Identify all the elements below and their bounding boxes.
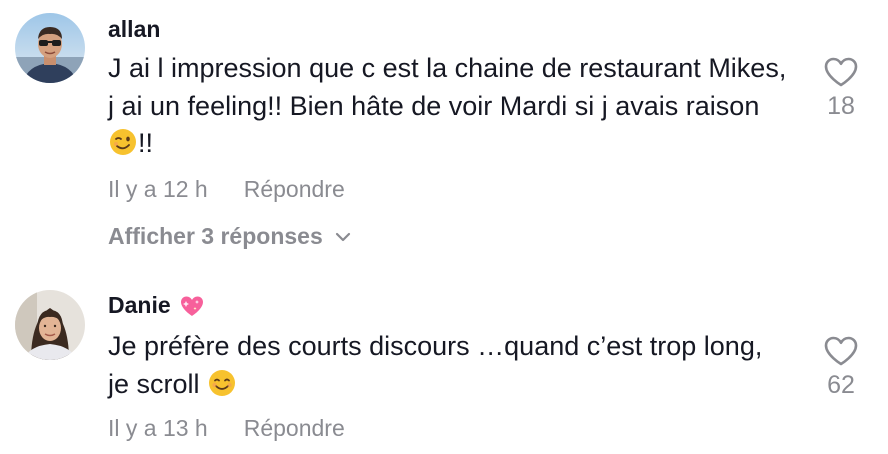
comment-text-body: Je préfère des courts discours …quand c’… [108, 331, 763, 399]
avatar[interactable] [15, 13, 85, 83]
avatar-photo-icon [15, 290, 85, 360]
winking-face-emoji-icon [109, 128, 137, 167]
comment-text-tail: !! [138, 128, 154, 158]
username-text: Danie [108, 292, 171, 318]
comment-timestamp: Il y a 12 h [108, 176, 208, 202]
avatar[interactable] [15, 290, 85, 360]
like-count: 18 [827, 92, 855, 120]
like-control: 18 [812, 56, 870, 121]
comment-item: Danie Je préfère des courts discours …qu… [0, 280, 888, 454]
comment-text: J ai l impression que c est la chaine de… [108, 50, 788, 167]
comment-text-body: J ai l impression que c est la chaine de… [108, 53, 787, 121]
username-text: allan [108, 16, 161, 42]
username[interactable]: Danie [108, 292, 205, 319]
reply-button[interactable]: Répondre [244, 415, 345, 442]
comment-text: Je préfère des courts discours …quand c’… [108, 328, 788, 407]
view-replies-label: Afficher 3 réponses [108, 223, 323, 249]
sparkling-heart-emoji-icon [179, 294, 205, 318]
chevron-down-icon [335, 232, 351, 242]
heart-outline-icon[interactable] [823, 335, 859, 367]
smiling-face-emoji-icon [208, 369, 236, 408]
comment-meta: Il y a 13 h Répondre [108, 415, 345, 442]
like-count: 62 [827, 371, 855, 399]
comment-item: allan J ai l impression que c est la cha… [0, 0, 888, 270]
avatar-photo-icon [15, 13, 85, 83]
reply-button[interactable]: Répondre [244, 176, 345, 203]
like-control: 62 [812, 335, 870, 400]
view-replies-button[interactable]: Afficher 3 réponses [108, 223, 351, 250]
heart-outline-icon[interactable] [823, 56, 859, 88]
comment-timestamp: Il y a 13 h [108, 415, 208, 441]
username[interactable]: allan [108, 16, 160, 43]
comment-meta: Il y a 12 h Répondre [108, 176, 345, 203]
